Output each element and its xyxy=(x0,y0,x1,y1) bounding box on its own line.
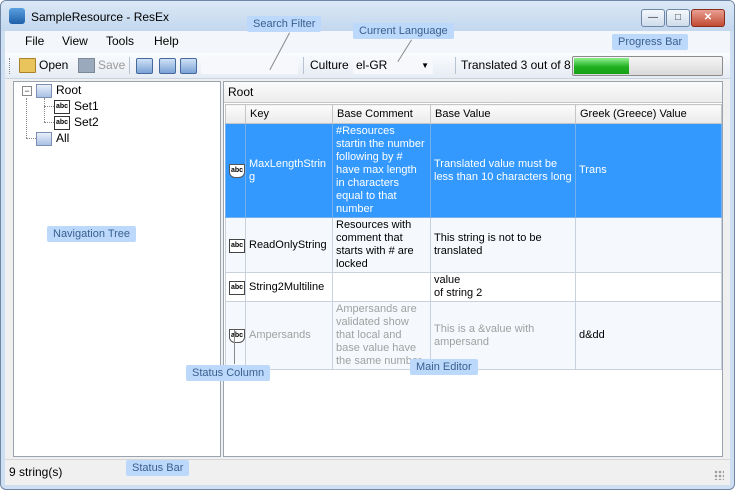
tree-connector xyxy=(26,98,27,138)
tree-connector xyxy=(44,122,54,123)
status-cell: abc xyxy=(225,272,246,302)
progress-text: Translated 3 out of 8 xyxy=(461,58,571,72)
callout-current-language: Current Language xyxy=(353,23,454,39)
save-button[interactable]: Save xyxy=(78,57,125,74)
toolbar-grip[interactable] xyxy=(9,58,13,74)
table-row[interactable]: abc ReadOnlyString Resources with commen… xyxy=(225,217,722,273)
comment-cell[interactable]: #Resources startin the number following … xyxy=(332,123,431,218)
locked-status-icon: abc xyxy=(229,238,245,253)
client-area: File View Tools Help Open Save Culture e… xyxy=(5,31,730,485)
toolbar-separator xyxy=(455,57,456,74)
culture-label: Culture xyxy=(310,58,349,72)
editor-header: Root xyxy=(224,82,722,103)
toolbar: Open Save Culture el-GR ▼ Translated 3 o… xyxy=(5,53,730,79)
copy-icon[interactable] xyxy=(136,58,153,74)
open-button[interactable]: Open xyxy=(19,57,68,74)
culture-select[interactable]: el-GR ▼ xyxy=(353,57,433,74)
base-value-cell[interactable]: This string is not to be translated xyxy=(430,217,576,273)
tree-node-all[interactable]: All xyxy=(36,131,69,146)
resource-folder-icon xyxy=(36,83,52,98)
callout-status-column: Status Column xyxy=(186,365,271,381)
string-status-icon: abc xyxy=(229,280,245,295)
key-cell[interactable]: MaxLengthString xyxy=(245,123,333,218)
callout-main-editor: Main Editor xyxy=(410,359,478,375)
binoculars-icon[interactable] xyxy=(180,58,197,74)
translation-column-header[interactable]: Greek (Greece) Value xyxy=(575,104,722,124)
base-value-cell[interactable]: value of string 2 xyxy=(430,272,576,302)
callout-status-bar: Status Bar xyxy=(126,460,190,476)
properties-icon[interactable] xyxy=(159,58,176,74)
callout-progress-bar: Progress Bar xyxy=(612,34,689,50)
callout-arrow xyxy=(234,330,235,364)
translation-cell[interactable] xyxy=(575,217,722,273)
search-filter-input[interactable] xyxy=(201,57,298,74)
status-column-header[interactable] xyxy=(225,104,246,124)
menu-help[interactable]: Help xyxy=(154,34,179,48)
tree-node-set2[interactable]: abc Set2 xyxy=(54,115,99,130)
main-editor: Root Key Base Comment Base Value Greek (… xyxy=(223,81,723,457)
callout-search-filter: Search Filter xyxy=(247,16,322,32)
warning-status-icon: abc xyxy=(229,164,245,178)
tree-node-label: Set1 xyxy=(74,99,99,113)
base-comment-column-header[interactable]: Base Comment xyxy=(332,104,431,124)
translation-cell[interactable]: d&dd xyxy=(575,301,722,370)
table-row[interactable]: abc MaxLengthString #Resources startin t… xyxy=(225,123,722,218)
translation-cell[interactable]: Trans xyxy=(575,123,722,218)
culture-value: el-GR xyxy=(356,58,388,72)
folder-open-icon xyxy=(19,58,36,74)
grid-header-row: Key Base Comment Base Value Greek (Greec… xyxy=(225,104,722,124)
tree-node-set1[interactable]: abc Set1 xyxy=(54,99,99,114)
tree-connector xyxy=(44,106,54,107)
comment-cell[interactable]: Resources with comment that starts with … xyxy=(332,217,431,273)
save-label: Save xyxy=(98,58,126,72)
tree-node-root[interactable]: Root xyxy=(36,83,81,98)
resize-grip-icon[interactable] xyxy=(714,470,724,480)
toolbar-separator xyxy=(303,57,304,74)
tree-connector xyxy=(44,98,45,122)
tree-node-label: Root xyxy=(56,83,82,97)
key-cell[interactable]: String2Multiline xyxy=(245,272,333,302)
string-count: 9 string(s) xyxy=(9,465,63,479)
save-disk-icon xyxy=(78,58,95,74)
string-resource-icon: abc xyxy=(54,99,70,114)
key-column-header[interactable]: Key xyxy=(245,104,333,124)
open-label: Open xyxy=(39,58,69,72)
app-window: SampleResource - ResEx — □ ✕ File View T… xyxy=(0,0,735,490)
table-row[interactable]: abc String2Multiline value of string 2 xyxy=(225,272,722,302)
tree-collapse-icon[interactable]: − xyxy=(22,86,32,96)
menu-tools[interactable]: Tools xyxy=(106,34,134,48)
window-title: SampleResource - ResEx xyxy=(31,10,170,24)
callout-navigation-tree: Navigation Tree xyxy=(47,226,137,242)
status-cell: abc xyxy=(225,301,246,370)
status-bar: 9 string(s) xyxy=(5,459,730,484)
string-resource-icon: abc xyxy=(54,115,70,130)
toolbar-separator xyxy=(129,57,130,74)
key-cell[interactable]: ReadOnlyString xyxy=(245,217,333,273)
tree-node-label: All xyxy=(56,131,70,145)
close-button[interactable]: ✕ xyxy=(691,9,725,27)
tree-node-label: Set2 xyxy=(74,115,99,129)
base-value-cell[interactable]: Translated value must be less than 10 ch… xyxy=(430,123,576,218)
key-cell[interactable]: Ampersands xyxy=(245,301,333,370)
resource-folder-icon xyxy=(36,131,52,146)
app-logo-icon xyxy=(9,8,25,24)
warning-status-icon: abc xyxy=(229,329,245,343)
progress-bar xyxy=(572,56,723,76)
tree-connector xyxy=(26,138,36,139)
resource-grid[interactable]: Key Base Comment Base Value Greek (Greec… xyxy=(225,104,722,370)
maximize-button[interactable]: □ xyxy=(666,9,690,27)
navigation-tree[interactable]: − Root abc Set1 abc Set2 All xyxy=(13,81,221,457)
comment-cell[interactable] xyxy=(332,272,431,302)
status-cell: abc xyxy=(225,217,246,273)
editor-header-title: Root xyxy=(228,85,254,99)
menu-view[interactable]: View xyxy=(62,34,88,48)
status-cell: abc xyxy=(225,123,246,218)
chevron-down-icon: ▼ xyxy=(421,61,429,70)
progress-bar-fill xyxy=(574,58,630,74)
menu-file[interactable]: File xyxy=(25,34,44,48)
translation-cell[interactable] xyxy=(575,272,722,302)
minimize-button[interactable]: — xyxy=(641,9,665,27)
base-value-column-header[interactable]: Base Value xyxy=(430,104,576,124)
